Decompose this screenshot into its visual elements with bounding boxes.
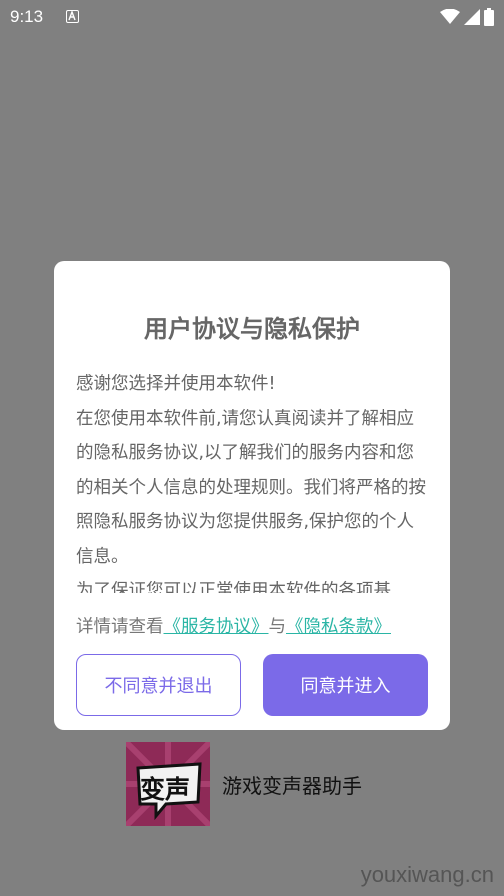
battery-icon <box>484 8 494 31</box>
body-paragraph: 感谢您选择并使用本软件! <box>76 374 276 394</box>
status-bar: 9:13 <box>0 0 504 34</box>
notification-a-icon <box>66 10 79 23</box>
service-agreement-link[interactable]: 《服务协议》 <box>164 617 269 637</box>
and-text: 与 <box>268 617 287 637</box>
body-paragraph: 为了保证您可以正常使用本软件的各项基 <box>76 581 391 593</box>
logo-text: 变声 <box>140 775 191 804</box>
privacy-dialog: 用户协议与隐私保护 感谢您选择并使用本软件! 在您使用本软件前,请您认真阅读并了… <box>54 261 450 730</box>
status-time: 9:13 <box>10 7 44 26</box>
dialog-body[interactable]: 感谢您选择并使用本软件! 在您使用本软件前,请您认真阅读并了解相应的隐私服务协议… <box>76 367 430 593</box>
dialog-title: 用户协议与隐私保护 <box>144 315 360 343</box>
app-name: 游戏变声器助手 <box>222 774 362 798</box>
app-logo: 变声 <box>126 742 210 826</box>
wifi-icon <box>440 8 460 30</box>
watermark: youxiwang.cn <box>360 862 494 887</box>
details-line: 详情请查看《服务协议》与《隐私条款》 <box>76 613 391 638</box>
body-paragraph: 在您使用本软件前,请您认真阅读并了解相应的隐私服务协议,以了解我们的服务内容和您… <box>76 408 426 567</box>
signal-icon <box>464 9 480 30</box>
decline-exit-button[interactable]: 不同意并退出 <box>76 654 241 716</box>
privacy-terms-link[interactable]: 《隐私条款》 <box>286 617 391 637</box>
details-prefix: 详情请查看 <box>76 617 164 637</box>
agree-enter-button[interactable]: 同意并进入 <box>263 654 428 716</box>
